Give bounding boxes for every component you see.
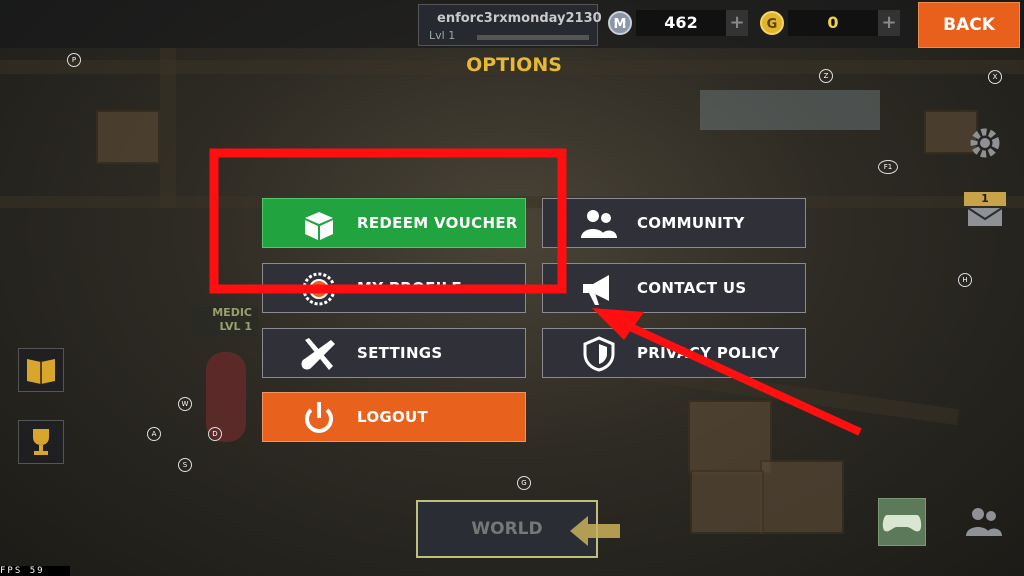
gamepad-button[interactable] (878, 498, 926, 546)
shield-icon (583, 336, 615, 372)
arrow-left-icon (570, 516, 620, 546)
community-label: COMMUNITY (637, 214, 745, 232)
contact-us-label: CONTACT US (637, 279, 747, 297)
fps-value: 59 (29, 566, 45, 576)
level-label: Lvl (429, 29, 445, 42)
privacy-policy-label: PRIVACY POLICY (637, 344, 780, 362)
character-class-label: MEDIC LVL 1 (192, 306, 258, 336)
redeem-voucher-button[interactable]: REDEEM VOUCHER (262, 198, 526, 248)
add-g-currency-button[interactable]: + (878, 10, 900, 36)
fps-label: FPS (0, 566, 23, 576)
redeem-voucher-label: REDEEM VOUCHER (357, 214, 518, 232)
mail-count-badge: 1 (964, 192, 1006, 206)
community-button[interactable]: COMMUNITY (542, 198, 806, 248)
currency-g-value: 0 (788, 10, 878, 36)
add-m-currency-button[interactable]: + (726, 10, 748, 36)
hotkey-g: G (517, 476, 531, 490)
xp-bar (477, 35, 589, 40)
hotkey-h: H (958, 273, 972, 287)
my-profile-button[interactable]: MY PROFILE (262, 263, 526, 313)
character-class: MEDIC (212, 306, 252, 319)
friends-icon[interactable] (964, 504, 1004, 540)
player-name: enforc3rxmonday2130 (437, 11, 602, 26)
fps-counter: FPS 59 (0, 566, 70, 576)
currency-m: M 462 + (608, 8, 748, 38)
book-icon (27, 359, 55, 384)
gear-icon[interactable] (966, 124, 1004, 162)
logout-label: LOGOUT (357, 408, 429, 426)
settings-button[interactable]: SETTINGS (262, 328, 526, 378)
currency-m-value: 462 (636, 10, 726, 36)
hotkey-s: S (178, 458, 192, 472)
player-level: Lvl 1 (429, 29, 455, 42)
gift-box-icon (305, 212, 333, 240)
hotkey-w: W (178, 397, 192, 411)
hotkey-f1: F1 (878, 160, 898, 174)
hotkey-z: Z (819, 69, 833, 83)
m-coin-icon: M (608, 11, 632, 35)
tools-icon (301, 338, 335, 370)
my-profile-label: MY PROFILE (357, 279, 462, 297)
trophy-button[interactable] (18, 420, 64, 464)
gamepad-icon (882, 515, 922, 532)
power-icon (305, 402, 333, 433)
profile-badge-icon (302, 272, 336, 306)
character-level: LVL 1 (219, 320, 252, 333)
logout-button[interactable]: LOGOUT (262, 392, 526, 442)
settings-label: SETTINGS (357, 344, 443, 362)
trophy-icon (33, 429, 49, 455)
hotkey-x: X (988, 70, 1002, 84)
back-button[interactable]: BACK (918, 2, 1020, 48)
privacy-policy-button[interactable]: PRIVACY POLICY (542, 328, 806, 378)
hotkey-p: P (67, 53, 81, 67)
book-button[interactable] (18, 348, 64, 392)
g-coin-icon: G (760, 11, 784, 35)
mail-icon (967, 207, 1003, 226)
megaphone-icon (583, 275, 609, 305)
player-info: enforc3rxmonday2130 Lvl 1 (418, 4, 602, 46)
mail-button[interactable]: 1 (964, 192, 1006, 228)
currency-g: G 0 + (760, 8, 900, 38)
level-value: 1 (448, 29, 456, 42)
hotkey-a: A (147, 427, 161, 441)
hotkey-d: D (208, 427, 222, 441)
community-icon (581, 210, 617, 238)
contact-us-button[interactable]: CONTACT US (542, 263, 806, 313)
page-title: OPTIONS (466, 54, 562, 76)
